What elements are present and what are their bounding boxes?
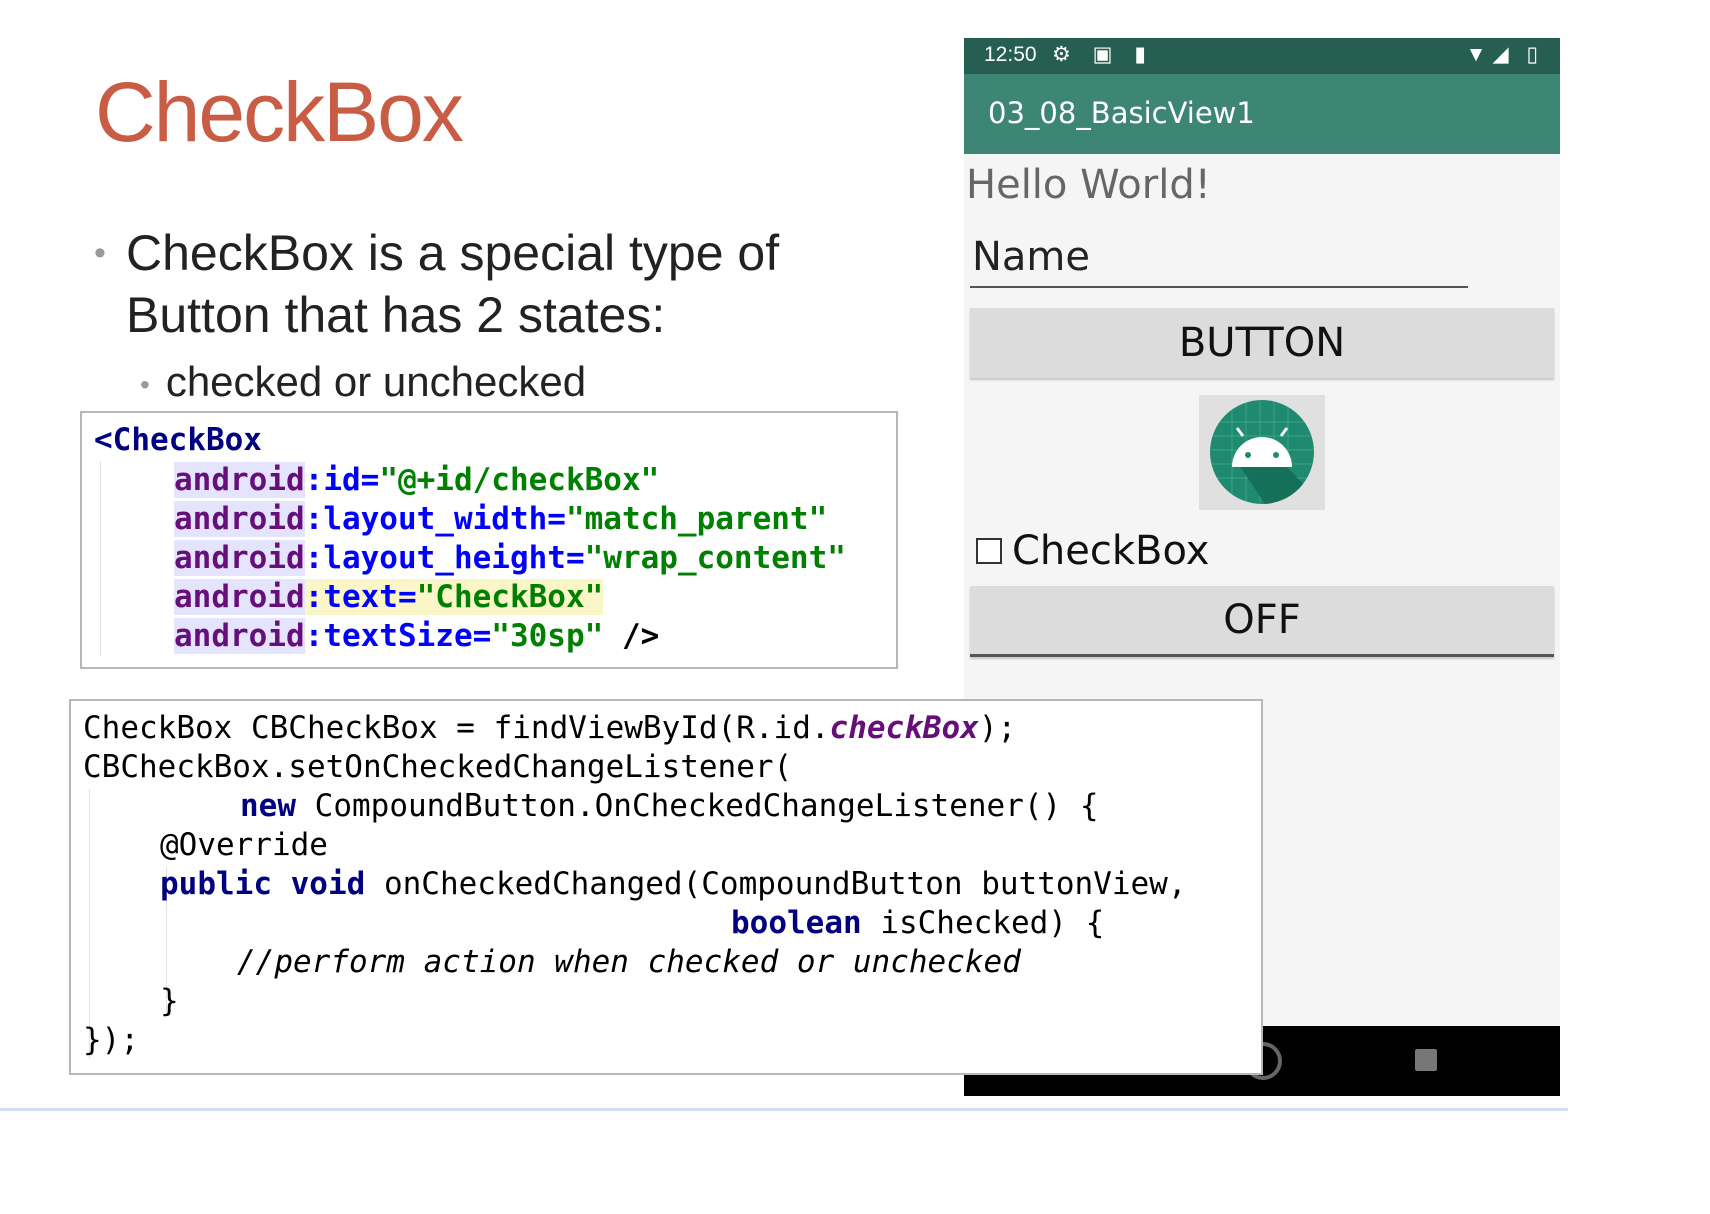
toggle-button[interactable]: OFF bbox=[970, 586, 1554, 657]
bullet-sub: • checked or unchecked bbox=[140, 357, 586, 410]
status-bar: 12:50 ⚙ ▣ ▮ ▼◢ ▯ bbox=[964, 38, 1560, 74]
bullet-main: • CheckBox is a special type of Button t… bbox=[94, 222, 874, 346]
java-line-3: new CompoundButton.OnCheckedChangeListen… bbox=[240, 788, 1099, 824]
java-line-7: //perform action when checked or uncheck… bbox=[237, 944, 1021, 980]
indent-guide bbox=[100, 461, 101, 656]
app-title: 03_08_BasicView1 bbox=[988, 96, 1255, 130]
bullet-dot: • bbox=[94, 234, 106, 272]
java-line-6: boolean isChecked) { bbox=[731, 905, 1105, 941]
slide-footer-line bbox=[0, 1108, 1568, 1111]
java-line-9: }); bbox=[83, 1022, 139, 1058]
xml-line-text: android:text="CheckBox" bbox=[174, 579, 604, 615]
java-line-8: } bbox=[160, 983, 179, 1019]
java-code-block: CheckBox CBCheckBox = findViewById(R.id.… bbox=[69, 699, 1263, 1075]
checkbox-square-icon[interactable] bbox=[976, 538, 1002, 564]
bullet-main-line2: Button that has 2 states: bbox=[126, 287, 666, 343]
bullet-sub-dot: • bbox=[140, 368, 150, 400]
xml-open-tag: <CheckBox bbox=[94, 422, 262, 458]
name-input-text: Name bbox=[972, 234, 1091, 280]
recents-icon[interactable] bbox=[1415, 1049, 1437, 1071]
java-line-4: @Override bbox=[160, 827, 328, 863]
checkbox-label: CheckBox bbox=[1012, 528, 1210, 574]
xml-line-width: android:layout_width="match_parent" bbox=[174, 501, 828, 537]
status-time: 12:50 bbox=[984, 43, 1037, 66]
bullet-main-line1: CheckBox is a special type of bbox=[126, 225, 780, 281]
java-line-2: CBCheckBox.setOnCheckedChangeListener( bbox=[83, 749, 793, 785]
status-notification-icons: ⚙ ▣ ▮ bbox=[1052, 43, 1154, 66]
java-line-5: public void onCheckedChanged(CompoundBut… bbox=[160, 866, 1187, 902]
app-bar: 03_08_BasicView1 bbox=[964, 74, 1560, 154]
slide-title: CheckBox bbox=[95, 65, 464, 159]
java-line-1: CheckBox CBCheckBox = findViewById(R.id.… bbox=[83, 710, 1017, 746]
hello-text: Hello World! bbox=[966, 162, 1211, 208]
xml-line-id: android:id="@+id/checkBox" bbox=[174, 462, 660, 498]
bullet-sub-text: checked or unchecked bbox=[165, 358, 587, 405]
image-button[interactable] bbox=[1199, 395, 1325, 510]
xml-code-block: <CheckBox android:id="@+id/checkBox" and… bbox=[80, 411, 898, 669]
xml-line-textsize: android:textSize="30sp" /> bbox=[174, 618, 660, 654]
xml-line-height: android:layout_height="wrap_content" bbox=[174, 540, 846, 576]
android-robot-icon bbox=[1210, 400, 1314, 504]
button[interactable]: BUTTON bbox=[970, 308, 1554, 378]
indent-guide bbox=[89, 789, 90, 1059]
status-signal-battery-icons: ▼◢ ▯ bbox=[1465, 43, 1544, 66]
